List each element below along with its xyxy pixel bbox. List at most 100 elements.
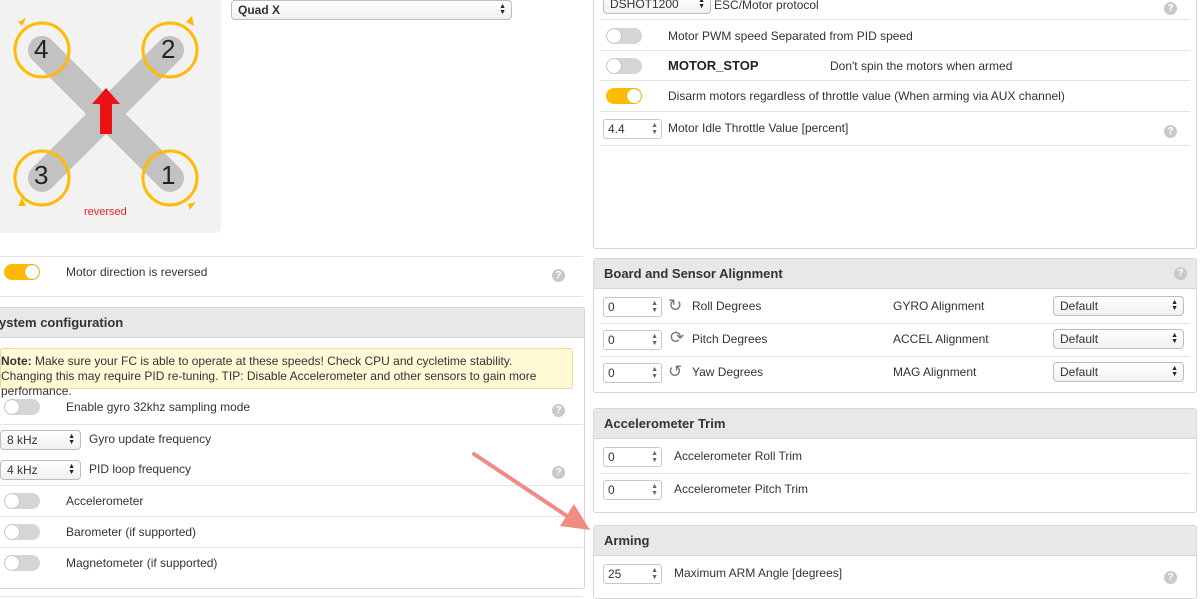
stepper-icon[interactable]: ▲ ▼ bbox=[651, 567, 658, 581]
mag-alignment-label: MAG Alignment bbox=[893, 365, 977, 379]
gyro-alignment-label: GYRO Alignment bbox=[893, 299, 985, 313]
stepper-icon[interactable]: ▲ ▼ bbox=[651, 122, 658, 136]
accel-alignment-select[interactable]: Default ▲ ▼ bbox=[1053, 329, 1184, 349]
motor-1-label: 1 bbox=[161, 160, 176, 190]
mixer-select[interactable]: Quad X ▲ ▼ bbox=[231, 0, 512, 20]
help-icon[interactable]: ? bbox=[1164, 125, 1177, 138]
gyro-32khz-label: Enable gyro 32khz sampling mode bbox=[66, 400, 251, 414]
magnetometer-label: Magnetometer (if supported) bbox=[66, 556, 218, 570]
accel-alignment-value: Default bbox=[1060, 332, 1099, 346]
accel-roll-trim-label: Accelerometer Roll Trim bbox=[674, 449, 803, 463]
pid-frequency-select[interactable]: 4 kHz ▲ ▼ bbox=[0, 460, 81, 480]
motor-4-label: 4 bbox=[34, 34, 49, 64]
disarm-toggle[interactable] bbox=[606, 88, 642, 104]
gyro-alignment-value: Default bbox=[1060, 299, 1099, 313]
reversed-label: reversed bbox=[84, 206, 127, 218]
accel-pitch-trim-value: 0 bbox=[608, 483, 615, 497]
divider bbox=[600, 356, 1190, 357]
accel-roll-trim-value: 0 bbox=[608, 450, 615, 464]
mixer-select-value: Quad X bbox=[238, 3, 281, 17]
stepper-icon[interactable]: ▲ ▼ bbox=[651, 450, 658, 464]
magnetometer-toggle[interactable] bbox=[4, 555, 40, 571]
divider bbox=[600, 111, 1190, 112]
roll-icon: ↻ bbox=[668, 296, 683, 315]
motor-2-label: 2 bbox=[161, 34, 176, 64]
help-icon[interactable]: ? bbox=[552, 269, 565, 282]
esc-protocol-select[interactable]: DSHOT1200 ▲ ▼ bbox=[603, 0, 711, 14]
barometer-label: Barometer (if supported) bbox=[66, 525, 197, 539]
idle-throttle-input[interactable]: 4.4 ▲ ▼ bbox=[603, 119, 662, 139]
system-config-title: ystem configuration bbox=[0, 308, 584, 338]
gyro-frequency-value: 8 kHz bbox=[7, 433, 38, 447]
divider bbox=[600, 323, 1190, 324]
barometer-toggle[interactable] bbox=[4, 524, 40, 540]
select-arrows-icon: ▲ ▼ bbox=[68, 433, 75, 446]
arming-panel: Arming bbox=[593, 525, 1197, 599]
select-arrows-icon: ▲ ▼ bbox=[698, 0, 705, 10]
mag-alignment-value: Default bbox=[1060, 365, 1099, 379]
roll-degrees-value: 0 bbox=[608, 300, 615, 314]
divider bbox=[0, 547, 583, 548]
stepper-icon[interactable]: ▲ ▼ bbox=[651, 300, 658, 314]
esc-protocol-label: ESC/Motor protocol bbox=[714, 0, 819, 12]
gyro-32khz-toggle[interactable] bbox=[4, 399, 40, 415]
pid-frequency-value: 4 kHz bbox=[7, 463, 38, 477]
divider bbox=[0, 296, 583, 297]
motor-direction-toggle[interactable] bbox=[4, 264, 40, 280]
gyro-frequency-label: Gyro update frequency bbox=[89, 432, 212, 446]
divider bbox=[600, 473, 1190, 474]
help-icon[interactable]: ? bbox=[1164, 571, 1177, 584]
help-icon[interactable]: ? bbox=[552, 404, 565, 417]
accelerometer-label: Accelerometer bbox=[66, 494, 144, 508]
accel-pitch-trim-input[interactable]: 0 ▲ ▼ bbox=[603, 480, 662, 500]
max-arm-angle-input[interactable]: 25 ▲ ▼ bbox=[603, 564, 662, 584]
select-arrows-icon: ▲ ▼ bbox=[1171, 365, 1178, 378]
pid-frequency-label: PID loop frequency bbox=[89, 462, 192, 476]
motor-stop-toggle[interactable] bbox=[606, 58, 642, 74]
yaw-degrees-label: Yaw Degrees bbox=[692, 365, 764, 379]
mag-alignment-select[interactable]: Default ▲ ▼ bbox=[1053, 362, 1184, 382]
pitch-degrees-input[interactable]: 0 ▲ ▼ bbox=[603, 330, 662, 350]
performance-note: Note: Make sure your FC is able to opera… bbox=[0, 348, 573, 398]
divider bbox=[600, 145, 1190, 146]
motor-stop-label: MOTOR_STOP bbox=[668, 58, 759, 73]
accel-trim-title: Accelerometer Trim bbox=[594, 409, 1196, 439]
help-icon[interactable]: ? bbox=[1164, 2, 1177, 15]
motor-direction-label: Motor direction is reversed bbox=[66, 265, 208, 279]
max-arm-angle-label: Maximum ARM Angle [degrees] bbox=[674, 566, 843, 580]
pwm-separated-toggle[interactable] bbox=[606, 28, 642, 44]
gyro-frequency-select[interactable]: 8 kHz ▲ ▼ bbox=[0, 430, 81, 450]
divider bbox=[600, 80, 1190, 81]
stepper-icon[interactable]: ▲ ▼ bbox=[651, 483, 658, 497]
accel-pitch-trim-label: Accelerometer Pitch Trim bbox=[674, 482, 809, 496]
accelerometer-toggle[interactable] bbox=[4, 493, 40, 509]
select-arrows-icon: ▲ ▼ bbox=[1171, 332, 1178, 345]
esc-protocol-value: DSHOT1200 bbox=[610, 0, 679, 11]
yaw-icon: ↺ bbox=[668, 362, 683, 381]
pitch-icon: ⟳ bbox=[670, 328, 685, 347]
disarm-label: Disarm motors regardless of throttle val… bbox=[668, 89, 1065, 103]
pitch-degrees-label: Pitch Degrees bbox=[692, 332, 768, 346]
motor-stop-desc: Don't spin the motors when armed bbox=[830, 59, 1013, 73]
help-icon[interactable]: ? bbox=[1174, 267, 1187, 280]
stepper-icon[interactable]: ▲ ▼ bbox=[651, 366, 658, 380]
roll-degrees-input[interactable]: 0 ▲ ▼ bbox=[603, 297, 662, 317]
idle-throttle-label: Motor Idle Throttle Value [percent] bbox=[668, 121, 849, 135]
yaw-degrees-input[interactable]: 0 ▲ ▼ bbox=[603, 363, 662, 383]
divider bbox=[0, 596, 583, 597]
divider bbox=[0, 256, 583, 257]
accel-roll-trim-input[interactable]: 0 ▲ ▼ bbox=[603, 447, 662, 467]
yaw-degrees-value: 0 bbox=[608, 366, 615, 380]
annotation-arrow-icon bbox=[472, 452, 590, 530]
gyro-alignment-select[interactable]: Default ▲ ▼ bbox=[1053, 296, 1184, 316]
divider bbox=[0, 424, 583, 425]
arming-title: Arming bbox=[594, 526, 1196, 556]
divider bbox=[600, 19, 1190, 20]
select-arrows-icon: ▲ ▼ bbox=[68, 463, 75, 476]
select-arrows-icon: ▲ ▼ bbox=[1171, 299, 1178, 312]
divider bbox=[600, 50, 1190, 51]
select-arrows-icon: ▲ ▼ bbox=[499, 3, 506, 16]
accel-alignment-label: ACCEL Alignment bbox=[893, 332, 989, 346]
stepper-icon[interactable]: ▲ ▼ bbox=[651, 333, 658, 347]
max-arm-angle-value: 25 bbox=[608, 567, 622, 581]
